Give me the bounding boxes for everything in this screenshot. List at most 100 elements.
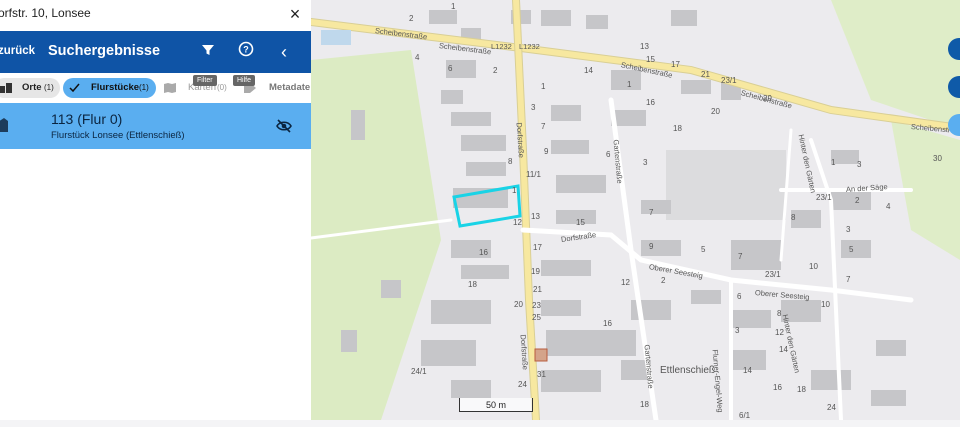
house-number: 9: [649, 242, 654, 251]
filter-tooltip: Filter: [193, 75, 217, 86]
house-number: 12: [513, 218, 522, 227]
house-number: 21: [701, 70, 710, 79]
result-title: 113 (Flur 0): [51, 111, 123, 127]
collapse-button[interactable]: ‹: [272, 40, 296, 64]
street-label: L1232: [519, 42, 540, 51]
house-number: 6: [737, 292, 742, 301]
house-number: 13: [531, 212, 540, 221]
tab-count: (1): [44, 83, 54, 92]
house-number: 8: [777, 309, 782, 318]
search-results-panel: orfstr. 10, Lonsee × zurück Suchergebnis…: [0, 0, 311, 420]
house-number: 16: [603, 319, 612, 328]
house-number: 12: [621, 278, 630, 287]
house-number: 6: [448, 64, 453, 73]
house-number: 1: [512, 186, 517, 195]
house-number: 2: [855, 196, 860, 205]
poi-marker: [534, 348, 548, 362]
house-number: 17: [671, 60, 680, 69]
tab-count: (0): [217, 83, 227, 92]
house-number: 24/1: [411, 367, 427, 376]
house-number: 1: [451, 2, 456, 11]
house-number: 5: [701, 245, 706, 254]
house-number: 15: [646, 55, 655, 64]
visibility-off-icon[interactable]: [276, 119, 292, 133]
house-number: 3: [857, 160, 862, 169]
house-number: 18: [640, 400, 649, 409]
scale-bar: 50 m: [459, 398, 533, 412]
house-number: 16: [773, 383, 782, 392]
result-subtitle: Flurstück Lonsee (Ettlenschieß): [51, 130, 185, 141]
close-button[interactable]: ×: [284, 3, 306, 25]
check-icon: [69, 83, 80, 93]
buildings-icon: [0, 83, 12, 93]
house-number: 2: [493, 66, 498, 75]
result-item[interactable]: 113 (Flur 0) Flurstück Lonsee (Ettlensch…: [0, 103, 311, 149]
help-tooltip: Hilfe: [233, 75, 256, 86]
tab-label: Orte: [22, 82, 42, 93]
tab-orte[interactable]: Orte (1): [0, 78, 60, 98]
house-number: 12: [775, 328, 784, 337]
house-number: 7: [738, 252, 743, 261]
house-number: 5: [849, 245, 854, 254]
house-number: 1: [627, 80, 632, 89]
house-number: 23/1: [721, 76, 737, 85]
house-number: 8: [508, 157, 513, 166]
house-number: 4: [886, 202, 891, 211]
house-number: 15: [576, 218, 585, 227]
house-number: 23: [532, 301, 541, 310]
house-number: 3: [735, 326, 740, 335]
house-number: 19: [531, 267, 540, 276]
water: [321, 30, 351, 45]
house-number: 16: [479, 248, 488, 257]
house-number: 3: [531, 103, 536, 112]
filter-icon: [202, 45, 214, 55]
house-number: 14: [743, 366, 752, 375]
house-number: 9: [544, 147, 549, 156]
house-number: 18: [797, 385, 806, 394]
house-number: 3: [643, 158, 648, 167]
house-number: 21: [533, 285, 542, 294]
tab-label: Flurstücke: [91, 82, 140, 93]
map-view[interactable]: Scheibenstraße Scheibenstraße Scheibenst…: [311, 0, 960, 420]
result-tabs: Orte (1) Flurstücke (1) Karten (0) Metad…: [0, 73, 311, 102]
bottom-bar: [0, 420, 960, 427]
page-title: Suchergebnisse: [48, 43, 161, 59]
house-number: 24: [827, 403, 836, 412]
results-header: zurück Suchergebnisse ? ‹: [0, 31, 311, 73]
tab-label: Metadate: [269, 82, 311, 93]
house-number: 2: [409, 14, 414, 23]
house-number: 10: [809, 262, 818, 271]
house-number: 7: [846, 275, 851, 284]
house-number: 14: [779, 345, 788, 354]
house-number: 18: [673, 124, 682, 133]
tab-flurstuecke[interactable]: Flurstücke (1): [63, 78, 156, 98]
help-button[interactable]: ?: [234, 40, 258, 64]
house-number: 14: [584, 66, 593, 75]
house-number: 30: [933, 154, 942, 163]
house-number: 1: [541, 82, 546, 91]
house-number: 13: [640, 42, 649, 51]
house-number: 31: [537, 370, 546, 379]
street-label: L1232: [491, 42, 512, 51]
house-number: 4: [415, 53, 420, 62]
svg-text:?: ?: [243, 45, 249, 55]
parcel-icon: [0, 118, 8, 132]
house-number: 29: [763, 94, 772, 103]
house-number: 16: [646, 98, 655, 107]
house-number: 23/1: [765, 270, 781, 279]
house-number: 7: [541, 122, 546, 131]
address-text: orfstr. 10, Lonsee: [0, 6, 91, 20]
house-number: 25: [532, 313, 541, 322]
house-number: 2: [661, 276, 666, 285]
house-number: 3: [846, 225, 851, 234]
help-icon: ?: [238, 41, 254, 57]
house-number: 8: [791, 213, 796, 222]
house-number: 11/1: [526, 170, 541, 179]
place-label: Ettlenschieß: [660, 365, 716, 376]
house-number: 24: [518, 380, 527, 389]
house-number: 1: [831, 158, 836, 167]
filter-button[interactable]: [196, 40, 220, 64]
house-number: 10: [821, 300, 830, 309]
back-button[interactable]: zurück: [0, 45, 35, 57]
house-number: 6: [606, 150, 611, 159]
